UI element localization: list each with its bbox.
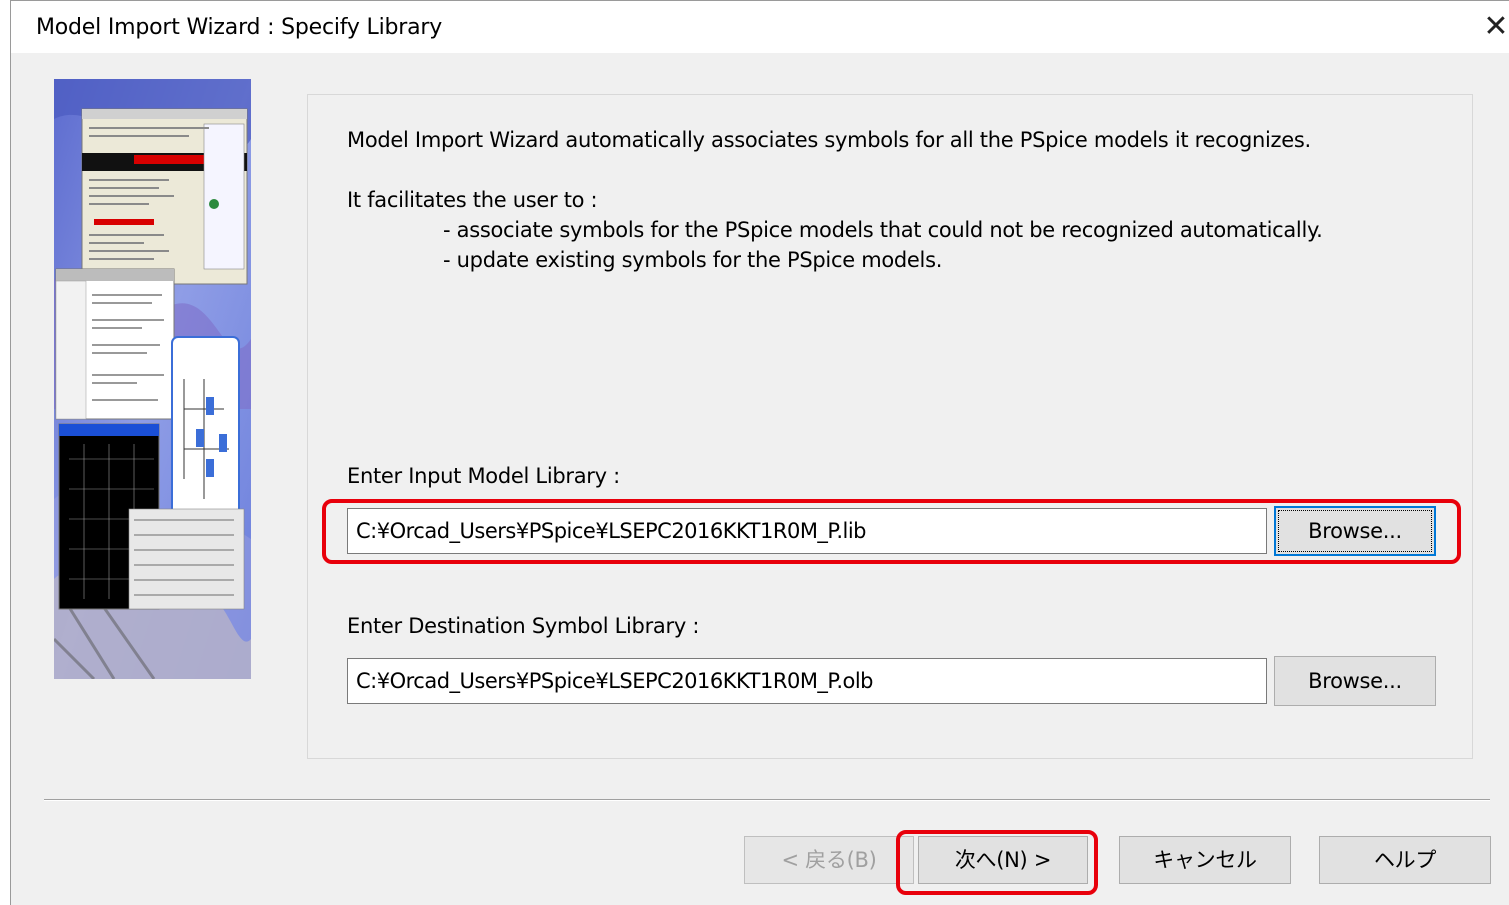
intro-text: Model Import Wizard automatically associ… <box>347 128 1311 152</box>
help-button[interactable]: ヘルプ <box>1319 836 1491 884</box>
bullet-update: - update existing symbols for the PSpice… <box>443 248 943 272</box>
input-browse-button[interactable]: Browse... <box>1274 506 1436 556</box>
wizard-window: Model Import Wizard : Specify Library ✕ <box>10 0 1509 905</box>
wizard-side-image <box>54 79 251 679</box>
footer-separator <box>44 799 1490 801</box>
focus-ring <box>1278 510 1432 552</box>
destination-library-field[interactable]: C:¥Orcad_Users¥PSpice¥LSEPC2016KKT1R0M_P… <box>347 658 1267 704</box>
input-library-field[interactable]: C:¥Orcad_Users¥PSpice¥LSEPC2016KKT1R0M_P… <box>347 508 1267 554</box>
next-button[interactable]: 次へ(N) > <box>918 836 1088 884</box>
input-library-label: Enter Input Model Library : <box>347 464 620 488</box>
facilitates-text: It facilitates the user to : <box>347 188 598 212</box>
cancel-button[interactable]: キャンセル <box>1119 836 1291 884</box>
destination-library-label: Enter Destination Symbol Library : <box>347 614 700 638</box>
wizard-collage-graphic <box>54 79 251 679</box>
window-title: Model Import Wizard : Specify Library <box>36 15 443 40</box>
back-button[interactable]: < 戻る(B) <box>744 836 914 884</box>
title-bar: Model Import Wizard : Specify Library ✕ <box>11 1 1509 53</box>
bullet-associate: - associate symbols for the PSpice model… <box>443 218 1323 242</box>
close-icon[interactable]: ✕ <box>1482 11 1509 43</box>
destination-browse-button[interactable]: Browse... <box>1274 656 1436 706</box>
